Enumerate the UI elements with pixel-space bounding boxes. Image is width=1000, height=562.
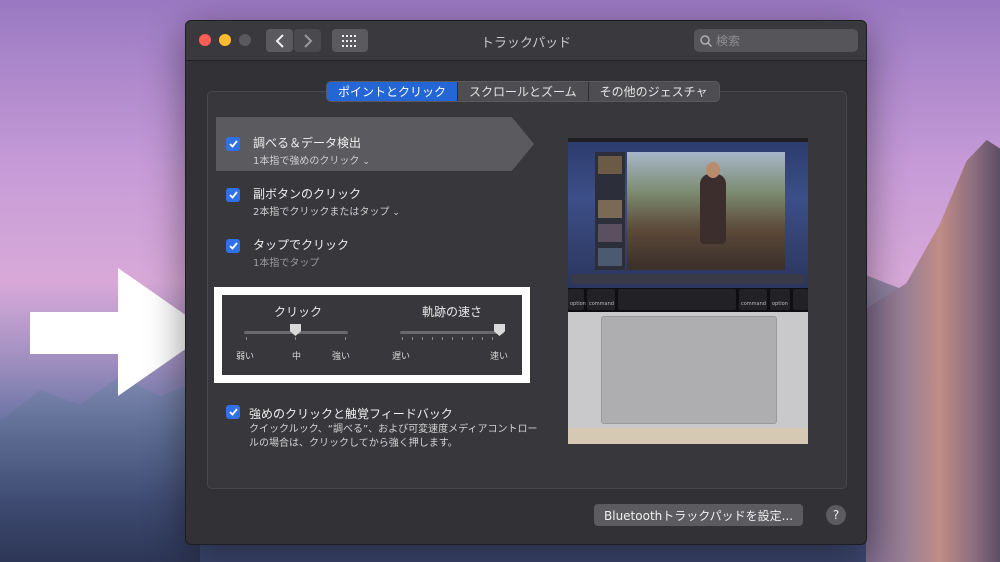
preview-menubar [568,138,808,142]
slider-tick [442,337,443,340]
preview-trackpad [601,316,777,424]
search-icon [700,34,712,47]
preview-keyboard: option command command option [568,288,808,312]
force-click-checkbox[interactable] [226,405,240,419]
slider-tick [246,337,247,340]
slider-tick [412,337,413,340]
search-field[interactable] [694,29,858,52]
slider-tick [422,337,423,340]
slider-tick [462,337,463,340]
option-gesture-dropdown[interactable]: 1本指で強めのクリック ⌄ [253,152,370,167]
option-title: 強めのクリックと触覚フィードバック [249,407,453,421]
preview-key-command-right: command [739,289,767,310]
slider-group: クリック 弱い 中 強い 軌跡の速さ 遅い 速い [214,287,530,383]
tracking-speed-slider-knob[interactable] [494,324,505,336]
tracking-speed-label-fast: 速い [490,352,509,362]
chevron-down-icon: ⌄ [362,157,370,167]
click-slider-title: クリック [274,305,323,319]
option-title: 副ボタンのクリック [253,187,362,201]
slider-tick [452,337,453,340]
search-input[interactable] [716,33,846,48]
tracking-speed-slider-title: 軌跡の速さ [422,305,483,319]
option-title: タップでクリック [253,238,350,252]
gesture-preview-video: option command command option [568,138,808,444]
slider-tick [432,337,433,340]
preview-key-option: option [568,289,586,310]
tracking-speed-label-slow: 遅い [392,352,411,362]
option-title: 調べる＆データ検出 [253,136,362,150]
option-gesture-dropdown[interactable]: 2本指でクリックまたはタップ ⌄ [253,203,400,218]
slider-tick [295,337,296,340]
preview-table [568,428,808,444]
bluetooth-trackpad-setup-button[interactable]: Bluetoothトラックパッドを設定... [594,504,804,526]
checkmark-icon [228,191,238,199]
annotation-arrow-icon [30,268,210,396]
preview-key-option-right: option [770,289,790,310]
title-bar: トラックパッド [186,21,866,61]
preview-key-command: command [587,289,615,310]
click-slider-label-mid: 中 [292,352,302,362]
click-slider-knob[interactable] [290,324,301,336]
slider-tick [402,337,403,340]
checkmark-icon [228,242,238,250]
preview-key-arrow [793,289,808,310]
preview-thumbnail [598,224,622,242]
preview-thumbnail [598,248,622,266]
preview-person [700,174,726,244]
checkmark-icon [228,408,238,416]
tab-point-and-click[interactable]: ポイントとクリック [327,82,458,101]
preview-key-space [618,289,736,310]
preview-head [706,162,720,178]
option-description: クイックルック、“調べる”、および可変速度メディアコントロールの場合は、クリック… [249,424,538,449]
slider-tick [482,337,483,340]
click-slider-label-low: 弱い [236,352,255,362]
secondary-click-checkbox[interactable] [226,188,240,202]
lookup-checkbox[interactable] [226,137,240,151]
slider-tick [472,337,473,340]
preview-screen [568,138,808,288]
preview-thumbnail [598,200,622,218]
option-subtitle: 1本指で強めのクリック [253,156,360,167]
preview-thumbnail [598,156,622,174]
tracking-speed-slider-track[interactable] [400,331,504,334]
slider-tick [345,337,346,340]
tab-bar: ポイントとクリック スクロールとズーム その他のジェスチャ [326,81,720,102]
tab-more-gestures[interactable]: その他のジェスチャ [587,82,719,101]
option-subtitle: 1本指でタップ [253,258,320,269]
click-slider-label-high: 強い [332,352,351,362]
chevron-down-icon: ⌄ [392,208,400,218]
preview-dock [572,274,804,284]
tap-to-click-checkbox[interactable] [226,239,240,253]
trackpad-preferences-window: トラックパッド ポイントとクリック スクロールとズーム その他のジェスチャ 調べ… [185,20,867,545]
preview-sidebar [595,152,625,270]
slider-tick [492,337,493,340]
checkmark-icon [228,140,238,148]
wallpaper-cliff [866,140,1000,562]
preview-photo [627,152,785,270]
help-button[interactable]: ? [826,505,846,525]
option-subtitle: 2本指でクリックまたはタップ [253,207,390,218]
tab-scroll-and-zoom[interactable]: スクロールとズーム [457,82,588,101]
